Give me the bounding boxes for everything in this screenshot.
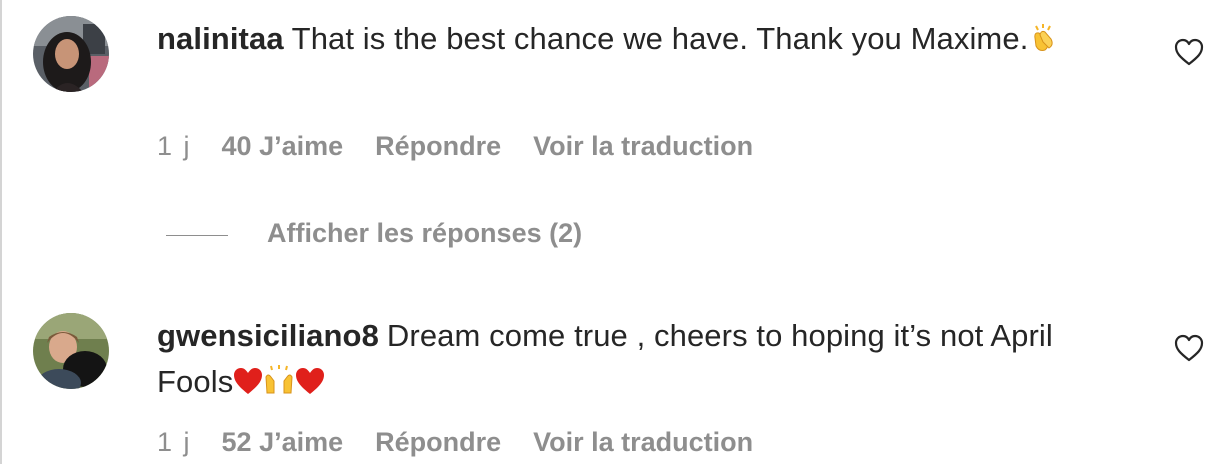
view-replies-label: Afficher les réponses (2): [267, 218, 583, 248]
see-translation-button[interactable]: Voir la traduction: [533, 427, 753, 458]
red-heart-emoji: [233, 362, 263, 408]
left-border: [0, 0, 2, 464]
comment-meta: 1 j 40 J’aime Répondre Voir la traduction: [157, 131, 753, 162]
comment-body: That is the best chance we have. Thank y…: [291, 21, 1029, 56]
comment-meta: 1 j 52 J’aime Répondre Voir la traduction: [157, 427, 753, 458]
see-translation-button[interactable]: Voir la traduction: [533, 131, 753, 162]
like-button[interactable]: [1174, 334, 1204, 362]
like-button[interactable]: [1174, 38, 1204, 66]
likes-count[interactable]: 40 J’aime: [222, 131, 344, 162]
reply-button[interactable]: Répondre: [375, 131, 501, 162]
likes-count[interactable]: 52 J’aime: [222, 427, 344, 458]
avatar[interactable]: [33, 313, 109, 389]
reply-button[interactable]: Répondre: [375, 427, 501, 458]
username[interactable]: gwensiciliano8: [157, 318, 379, 353]
raising-hands-emoji: [263, 362, 295, 408]
comment-text: nalinitaa That is the best chance we have…: [157, 16, 1087, 65]
heart-outline-icon: [1174, 38, 1204, 66]
comment-text: gwensiciliano8 Dream come true , cheers t…: [157, 313, 1087, 408]
username[interactable]: nalinitaa: [157, 21, 284, 56]
timestamp[interactable]: 1 j: [157, 131, 192, 162]
timestamp[interactable]: 1 j: [157, 427, 192, 458]
replies-divider: [166, 235, 228, 236]
avatar[interactable]: [33, 16, 109, 92]
red-heart-emoji: [295, 362, 325, 408]
clapping-hands-emoji: [1028, 19, 1058, 65]
heart-outline-icon: [1174, 334, 1204, 362]
